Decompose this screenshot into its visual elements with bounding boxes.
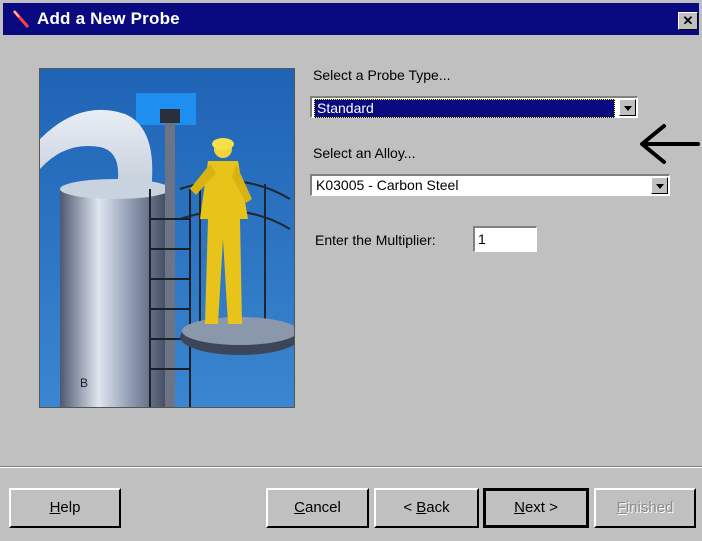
probe-type-select[interactable]: Standard [310,96,638,118]
back-prefix: < [403,499,417,516]
button-separator [0,466,702,468]
help-button[interactable]: Help [9,488,121,528]
back-button[interactable]: < Back [374,488,479,528]
finished-label: inished [625,499,674,516]
alloy-label: Select an Alloy... [313,145,416,161]
cancel-button[interactable]: Cancel [266,488,369,528]
refinery-worker-image: B [40,69,294,407]
back-mnemonic: B [416,499,427,516]
svg-text:B: B [80,376,88,390]
window-title: Add a New Probe [37,9,180,28]
cancel-mnemonic: C [294,499,305,516]
left-arrow-annotation-icon [640,124,700,164]
next-label: ext > [524,499,558,516]
title-bar[interactable]: Add a New Probe [3,3,699,35]
chevron-down-icon[interactable] [619,99,636,116]
cancel-label: ancel [304,499,341,516]
alloy-select[interactable]: K03005 - Carbon Steel [310,174,670,196]
multiplier-label: Enter the Multiplier: [315,232,436,248]
probe-type-label: Select a Probe Type... [313,67,451,83]
probe-app-icon [12,10,30,28]
finished-mnemonic: F [616,499,626,516]
probe-illustration: B [39,68,295,408]
add-probe-dialog: Add a New Probe ✕ B Select a Probe Type.… [0,0,702,541]
alloy-value: K03005 - Carbon Steel [316,177,459,193]
chevron-down-icon[interactable] [651,177,668,194]
next-button[interactable]: Next > [483,488,589,528]
finished-button[interactable]: Finished [594,488,696,528]
close-icon: ✕ [682,13,694,28]
multiplier-input[interactable]: 1 [473,226,537,252]
close-button[interactable]: ✕ [678,12,698,30]
help-mnemonic: H [49,499,61,516]
probe-type-value: Standard [314,99,615,118]
next-mnemonic: N [514,499,525,516]
back-label: ack [426,499,450,516]
help-label: elp [60,499,81,516]
